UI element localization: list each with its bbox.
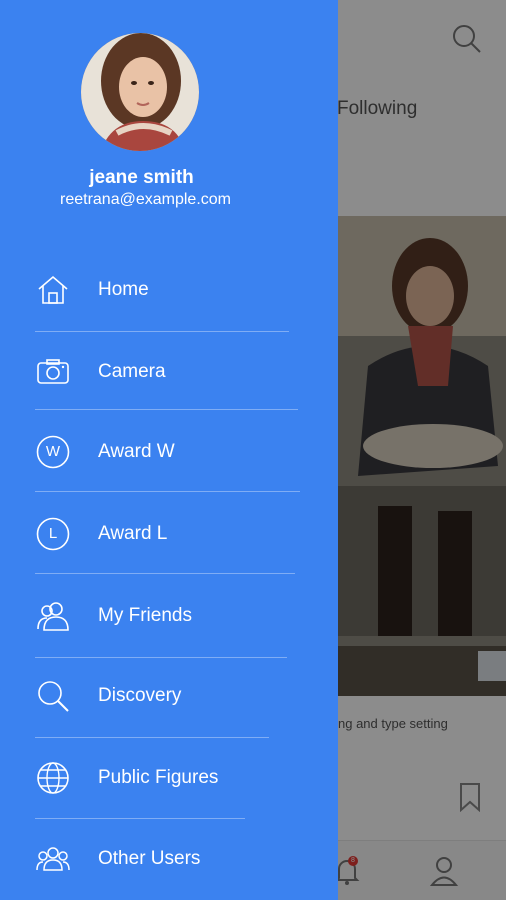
menu-label-public-figures: Public Figures (98, 767, 219, 788)
menu-label-home: Home (98, 279, 149, 300)
menu-item-discovery[interactable]: Discovery (0, 656, 338, 736)
menu-label-discovery: Discovery (98, 685, 182, 706)
award-l-icon: L (36, 517, 70, 551)
award-l-glyph: L (48, 525, 58, 542)
menu-item-my-friends[interactable]: My Friends (0, 576, 338, 656)
divider (35, 491, 300, 492)
award-w-glyph: W (45, 443, 61, 460)
menu-label-award-w: Award W (98, 441, 175, 462)
home-icon (36, 273, 70, 307)
user-email: reetrana@example.com (60, 191, 231, 208)
menu-label-camera: Camera (98, 361, 166, 382)
camera-icon (36, 355, 70, 389)
menu-item-award-l[interactable]: L Award L (0, 494, 338, 574)
globe-icon (36, 761, 70, 795)
award-w-icon: W (36, 435, 70, 469)
friends-icon (36, 599, 70, 633)
users-icon (36, 842, 70, 876)
menu-label-other-users: Other Users (98, 848, 201, 869)
avatar[interactable] (81, 33, 199, 151)
search-icon (36, 679, 70, 713)
menu-item-other-users[interactable]: Other Users (0, 819, 338, 899)
navigation-drawer: jeane smith reetrana@example.com Home Ca… (0, 0, 338, 900)
user-name: jeane smith (89, 167, 194, 188)
menu-label-award-l: Award L (98, 523, 168, 544)
menu-item-award-w[interactable]: W Award W (0, 412, 338, 492)
divider (35, 573, 295, 574)
menu-label-my-friends: My Friends (98, 605, 192, 626)
menu-item-camera[interactable]: Camera (0, 332, 338, 412)
menu-item-public-figures[interactable]: Public Figures (0, 738, 338, 818)
divider (35, 409, 298, 410)
menu-item-home[interactable]: Home (0, 250, 338, 330)
